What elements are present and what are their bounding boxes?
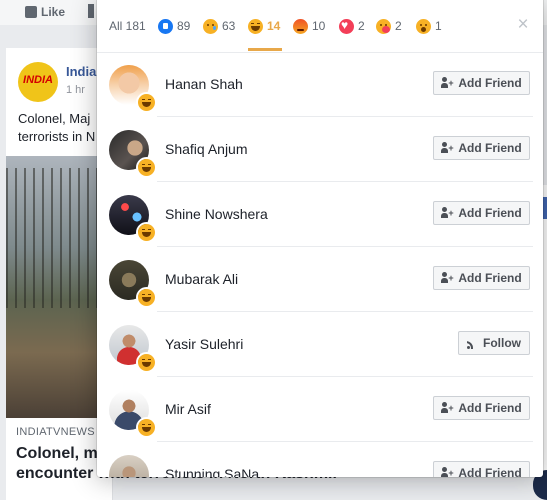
add-friend-icon: + [441, 272, 454, 284]
button-label: Add Friend [458, 206, 522, 220]
reaction-badge [136, 417, 157, 438]
button-label: Add Friend [458, 76, 522, 90]
share-icon[interactable] [88, 4, 94, 18]
reaction-badge [136, 222, 157, 243]
person-name[interactable]: Hanan Shah [165, 76, 243, 92]
angry-icon [293, 18, 308, 34]
tab-like[interactable]: 89 [158, 16, 190, 36]
haha-icon [138, 354, 155, 371]
add-friend-button[interactable]: + Add Friend [433, 461, 530, 477]
haha-icon [138, 224, 155, 241]
add-friend-button[interactable]: + Add Friend [433, 266, 530, 290]
person-name[interactable]: Yasir Sulehri [165, 336, 243, 352]
button-label: Add Friend [458, 271, 522, 285]
post-timestamp[interactable]: 1 hr [66, 84, 85, 96]
tab-haha-count: 14 [267, 19, 281, 33]
add-friend-icon: + [441, 402, 454, 414]
add-friend-icon: + [441, 207, 454, 219]
list-item: Hanan Shah + Add Friend [97, 52, 543, 117]
tab-sad-count: 63 [222, 19, 236, 33]
thumbs-up-icon [25, 6, 37, 18]
tab-wow-count: 1 [435, 19, 442, 33]
page-logo: INDIA [23, 74, 53, 86]
haha-icon [138, 159, 155, 176]
tab-all-label: All 181 [109, 19, 146, 33]
tab-wow[interactable]: 1 [416, 16, 442, 36]
list-item: Mir Asif + Add Friend [97, 377, 543, 442]
tab-all[interactable]: All 181 [109, 16, 146, 36]
care-icon [376, 18, 391, 34]
link-domain: INDIATVNEWS [16, 426, 95, 438]
avatar[interactable] [109, 455, 149, 477]
tab-sad[interactable]: 63 [203, 16, 235, 36]
list-item: Mubarak Ali + Add Friend [97, 247, 543, 312]
list-item: Shafiq Anjum + Add Friend [97, 117, 543, 182]
button-label: Add Friend [458, 401, 522, 415]
love-icon [339, 18, 354, 34]
haha-icon [138, 289, 155, 306]
button-label: Add Friend [458, 466, 522, 477]
tab-care-count: 2 [395, 19, 402, 33]
reaction-badge [136, 157, 157, 178]
person-name[interactable]: Shafiq Anjum [165, 141, 248, 157]
haha-icon [138, 419, 155, 436]
like-icon [158, 18, 173, 34]
list-item: Yasir Sulehri Follow [97, 312, 543, 377]
add-friend-button[interactable]: + Add Friend [433, 136, 530, 160]
reaction-badge [136, 287, 157, 308]
active-tab-indicator [248, 48, 282, 51]
list-item: Shine Nowshera + Add Friend [97, 182, 543, 247]
reaction-badge [136, 92, 157, 113]
sad-icon [203, 18, 218, 34]
button-label: Add Friend [458, 141, 522, 155]
tab-haha[interactable]: 14 [248, 16, 280, 36]
follow-button[interactable]: Follow [458, 331, 530, 355]
rss-icon [467, 338, 478, 349]
person-name[interactable]: Mubarak Ali [165, 271, 238, 287]
add-friend-button[interactable]: + Add Friend [433, 201, 530, 225]
add-friend-button[interactable]: + Add Friend [433, 396, 530, 420]
person-name[interactable]: Mir Asif [165, 401, 211, 417]
reaction-tabs: All 181 89 63 14 10 2 2 1 [97, 0, 543, 53]
reactors-list[interactable]: Hanan Shah + Add Friend Shafiq Anjum + A… [97, 52, 543, 477]
list-item: Stunning SaNa + Add Friend [97, 442, 543, 477]
add-friend-icon: + [441, 77, 454, 89]
tab-angry-count: 10 [312, 19, 326, 33]
tab-care[interactable]: 2 [376, 16, 402, 36]
like-button[interactable]: Like [25, 3, 65, 21]
add-friend-icon: + [441, 467, 454, 477]
reaction-badge [136, 352, 157, 373]
person-name[interactable]: Stunning SaNa [165, 466, 259, 477]
reactions-dialog: All 181 89 63 14 10 2 2 1 [97, 0, 543, 477]
close-icon[interactable]: × [514, 15, 532, 34]
tab-like-count: 89 [177, 19, 191, 33]
wow-icon [416, 18, 431, 34]
tab-love-count: 2 [358, 19, 365, 33]
haha-icon [248, 18, 263, 34]
like-label: Like [41, 5, 66, 19]
page-avatar[interactable]: INDIA [18, 62, 58, 102]
tab-angry[interactable]: 10 [293, 16, 325, 36]
page-name-link[interactable]: India [66, 64, 96, 79]
haha-icon [138, 94, 155, 111]
button-label: Follow [483, 336, 521, 350]
tab-love[interactable]: 2 [339, 16, 365, 36]
add-friend-button[interactable]: + Add Friend [433, 71, 530, 95]
person-name[interactable]: Shine Nowshera [165, 206, 268, 222]
add-friend-icon: + [441, 142, 454, 154]
